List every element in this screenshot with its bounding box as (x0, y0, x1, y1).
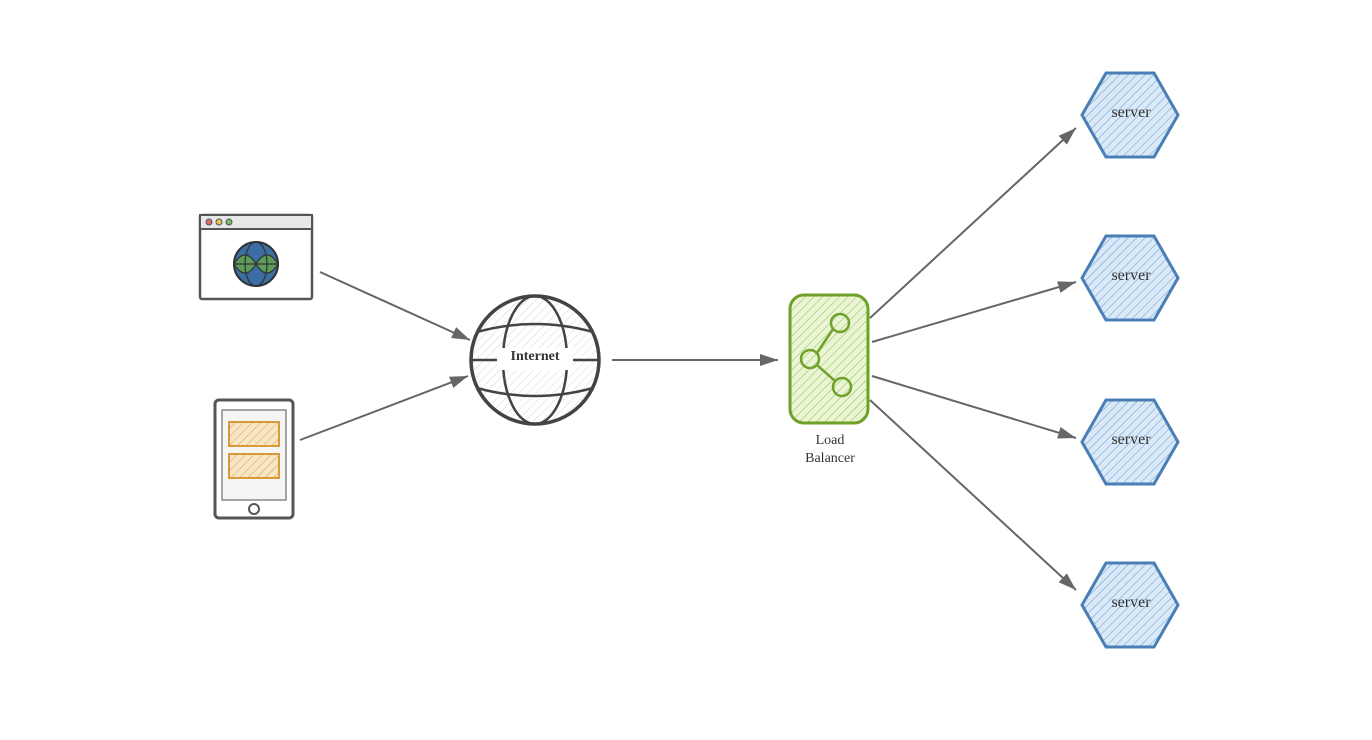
diagram-canvas (0, 0, 1372, 740)
server-label-1: server (1096, 104, 1166, 122)
load-balancer-label-line1: Load (816, 433, 845, 448)
load-balancer-label-line2: Balancer (805, 451, 855, 466)
load-balancer-label: Load Balancer (795, 432, 865, 468)
arrow-mobile-internet (300, 376, 468, 440)
server-label-3: server (1096, 431, 1166, 449)
server-label-2: server (1096, 267, 1166, 285)
arrow-lb-server3 (872, 376, 1076, 438)
mobile-client-icon (215, 400, 293, 518)
browser-client-icon (200, 215, 312, 299)
server-label-4: server (1096, 594, 1166, 612)
load-balancer-node (790, 295, 868, 423)
arrow-browser-internet (320, 272, 470, 340)
arrow-lb-server1 (870, 128, 1076, 318)
internet-label: Internet (502, 349, 568, 365)
arrow-lb-server2 (872, 282, 1076, 342)
